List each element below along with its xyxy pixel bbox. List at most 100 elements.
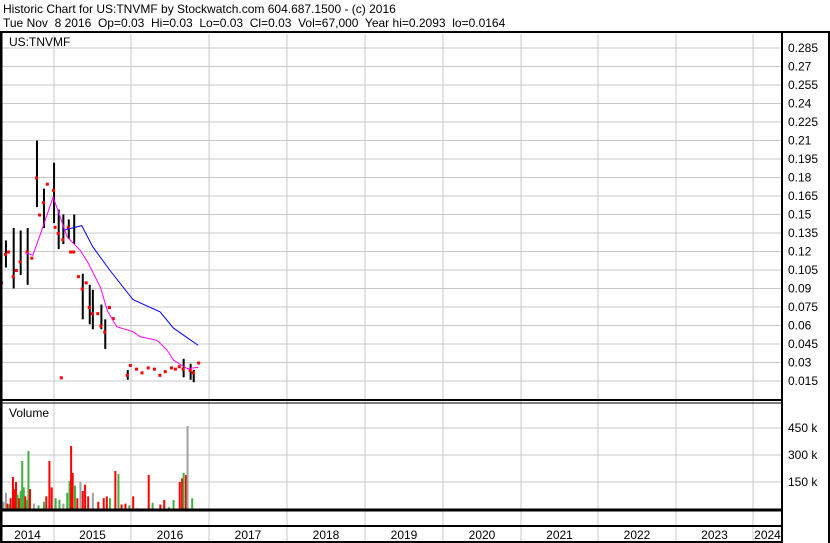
close-marker (3, 252, 7, 256)
chart-canvas: 0.285 0.27 0.255 0.24 0.225 0.21 0.195 0.18 0.16… (0, 31, 830, 543)
close-marker (177, 365, 181, 369)
close-marker (146, 366, 150, 370)
volume-bar (147, 474, 150, 509)
price-tick-label: 0.09 (788, 282, 812, 296)
close-marker (191, 371, 195, 375)
close-marker (103, 330, 107, 334)
symbol-label: US:TNVMF (9, 35, 70, 49)
close-marker (170, 366, 173, 370)
volume-bar (163, 500, 166, 509)
price-bar (26, 228, 29, 285)
volume-bar (178, 482, 181, 509)
year-label: 2018 (313, 528, 340, 542)
price-tick-label: 0.045 (788, 337, 818, 351)
volume-bar (58, 500, 61, 509)
volume-bar (76, 498, 79, 509)
volume-bar (87, 496, 90, 509)
volume-bar (191, 498, 194, 509)
close-marker (14, 269, 18, 272)
close-marker (61, 238, 65, 242)
close-marker (18, 260, 22, 264)
volume-bar (120, 504, 123, 509)
close-marker (53, 225, 57, 229)
close-marker (84, 281, 88, 285)
volume-bar (28, 489, 31, 509)
stock-chart: Historic Chart for US:TNVMF by Stockwatc… (0, 0, 830, 543)
price-tick-label: 0.105 (788, 263, 818, 277)
volume-bar (54, 498, 57, 509)
price-bar (12, 228, 15, 289)
volume-bar (159, 504, 162, 509)
volume-bar (186, 426, 189, 509)
volume-bar (2, 501, 5, 509)
volume-bar (117, 474, 120, 509)
price-bar (73, 214, 76, 245)
price-tick-label: 0.015 (788, 374, 818, 388)
close-marker (59, 376, 63, 380)
volume-bar (182, 473, 185, 509)
close-marker (135, 367, 139, 371)
price-tick-label: 0.12 (788, 245, 812, 259)
price-tick-label: 0.195 (788, 152, 818, 166)
price-tick-label: 0.285 (788, 41, 818, 55)
price-tick-label: 0.21 (788, 134, 812, 148)
price-bar (35, 140, 38, 208)
close-marker (56, 232, 60, 235)
close-marker (90, 312, 94, 316)
volume-bar (108, 498, 111, 509)
close-marker (87, 306, 91, 309)
volume-bar (71, 473, 74, 509)
grid-lines (2, 34, 782, 541)
close-marker (158, 373, 162, 377)
close-marker (34, 176, 38, 180)
volume-bar (9, 498, 12, 509)
price-tick-label: 0.03 (788, 356, 812, 370)
volume-tick-label: 450 k (788, 421, 818, 435)
volume-bar (50, 487, 53, 509)
volume-bar (62, 503, 65, 509)
close-marker (197, 361, 201, 365)
close-marker (72, 250, 76, 254)
short-moving-average-line (24, 195, 199, 370)
close-marker (52, 188, 56, 192)
close-marker (181, 367, 185, 371)
close-marker (188, 368, 192, 372)
close-marker (45, 182, 49, 186)
volume-bar (128, 505, 131, 509)
price-tick-label: 0.15 (788, 208, 812, 222)
price-bars (0, 140, 201, 383)
close-marker (96, 312, 100, 316)
year-label: 2017 (235, 528, 262, 542)
price-tick-label: 0.075 (788, 300, 818, 314)
price-tick-label: 0.18 (788, 171, 812, 185)
volume-bar (42, 501, 45, 509)
price-bar (88, 284, 91, 325)
close-marker (38, 213, 42, 217)
price-tick-label: 0.06 (788, 319, 812, 333)
price-tick-label: 0.255 (788, 78, 818, 92)
volume-bar (102, 498, 105, 509)
close-marker (173, 367, 177, 371)
close-marker (7, 250, 11, 254)
volume-bar (79, 482, 82, 509)
year-label: 2014 (14, 528, 41, 542)
year-label: 2021 (546, 528, 573, 542)
volume-bar (97, 501, 100, 509)
close-marker (41, 201, 45, 205)
volume-bar (91, 492, 94, 509)
volume-bar (84, 484, 87, 509)
volume-bar (48, 460, 51, 509)
close-marker (125, 373, 129, 377)
close-marker (80, 287, 84, 291)
volume-bar (132, 496, 135, 509)
chart-frame (0, 31, 830, 543)
close-marker (152, 367, 156, 371)
year-label: 2024 (754, 528, 781, 542)
volume-tick-label: 300 k (788, 448, 818, 462)
close-marker (30, 256, 34, 260)
price-tick-label: 0.165 (788, 189, 818, 203)
volume-bar (37, 505, 40, 509)
price-bar (91, 289, 94, 330)
close-marker (128, 363, 132, 367)
price-bar (104, 319, 107, 349)
